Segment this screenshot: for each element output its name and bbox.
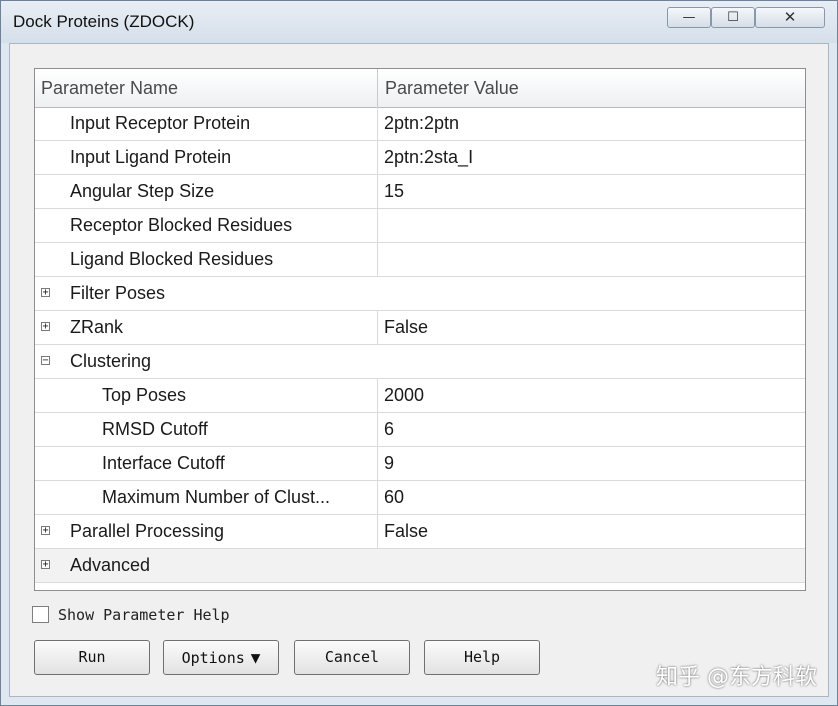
header-parameter-name[interactable]: Parameter Name [41,69,178,107]
expand-plus-icon[interactable]: + [41,526,50,536]
param-group-parallel-processing[interactable]: + Parallel Processing False [35,515,805,549]
param-name: ZRank [70,317,124,337]
expand-plus-icon[interactable]: + [41,560,50,570]
param-name: Advanced [70,555,151,575]
cancel-button[interactable]: Cancel [294,640,410,675]
column-divider [377,481,378,515]
collapse-minus-icon[interactable]: − [41,356,50,366]
column-divider [377,141,378,175]
param-value[interactable]: 2ptn:2sta_I [384,141,473,174]
param-value[interactable]: 9 [384,447,394,480]
expand-plus-icon[interactable]: + [41,322,50,332]
param-group-advanced[interactable]: + Advanced [35,549,805,583]
param-row-input-receptor-protein[interactable]: Input Receptor Protein 2ptn:2ptn [35,107,805,141]
minimize-button[interactable]: — [667,7,711,28]
param-row-rmsd-cutoff[interactable]: RMSD Cutoff 6 [35,413,805,447]
param-name: Top Poses [102,385,187,405]
param-value[interactable]: 6 [384,413,394,446]
param-row-maximum-number-of-clusters[interactable]: Maximum Number of Clust... 60 [35,481,805,515]
options-button[interactable]: Options ▼ [163,640,279,675]
param-name: Maximum Number of Clust... [102,487,331,507]
parameter-grid: Parameter Name Parameter Value Input Rec… [34,68,806,591]
param-value[interactable]: 15 [384,175,404,208]
grid-header: Parameter Name Parameter Value [35,69,805,108]
param-row-angular-step-size[interactable]: Angular Step Size 15 [35,175,805,209]
param-name: RMSD Cutoff [102,419,208,439]
param-name: Clustering [70,351,152,371]
param-row-interface-cutoff[interactable]: Interface Cutoff 9 [35,447,805,481]
header-divider[interactable] [377,69,378,107]
window-title: Dock Proteins (ZDOCK) [13,12,195,31]
title-bar[interactable]: Dock Proteins (ZDOCK) — ☐ ✕ [1,1,837,43]
show-parameter-help-label[interactable]: Show Parameter Help [58,606,230,624]
param-group-clustering[interactable]: − Clustering [35,345,805,379]
header-parameter-value[interactable]: Parameter Value [385,69,519,107]
param-name: Parallel Processing [70,521,225,541]
column-divider [377,175,378,209]
param-group-filter-poses[interactable]: + Filter Poses [35,277,805,311]
param-name: Input Ligand Protein [70,147,232,167]
column-divider [377,413,378,447]
column-divider [377,447,378,481]
column-divider [377,311,378,345]
options-button-label: Options [181,649,245,667]
column-divider [377,209,378,243]
column-divider [377,243,378,277]
watermark-text: 知乎 @东方科软 [656,665,817,690]
close-button[interactable]: ✕ [755,7,825,28]
show-parameter-help-checkbox[interactable] [32,606,49,623]
column-divider [377,515,378,549]
run-button[interactable]: Run [34,640,150,675]
param-value[interactable]: False [384,515,428,548]
dock-proteins-dialog: Dock Proteins (ZDOCK) — ☐ ✕ Parameter Na… [0,0,838,706]
param-row-top-poses[interactable]: Top Poses 2000 [35,379,805,413]
param-row-ligand-blocked-residues[interactable]: Ligand Blocked Residues [35,243,805,277]
param-name: Ligand Blocked Residues [70,249,274,269]
param-value[interactable]: False [384,311,428,344]
param-name: Filter Poses [70,283,166,303]
expand-plus-icon[interactable]: + [41,288,50,298]
column-divider [377,107,378,141]
param-name: Receptor Blocked Residues [70,215,293,235]
column-divider [377,379,378,413]
param-value[interactable]: 2000 [384,379,424,412]
param-group-zrank[interactable]: + ZRank False [35,311,805,345]
param-value[interactable]: 60 [384,481,404,514]
param-name: Input Receptor Protein [70,113,251,133]
param-row-input-ligand-protein[interactable]: Input Ligand Protein 2ptn:2sta_I [35,141,805,175]
maximize-button[interactable]: ☐ [711,7,755,28]
param-name: Angular Step Size [70,181,215,201]
param-value[interactable]: 2ptn:2ptn [384,107,459,140]
param-name: Interface Cutoff [102,453,225,473]
param-row-receptor-blocked-residues[interactable]: Receptor Blocked Residues [35,209,805,243]
help-button[interactable]: Help [424,640,540,675]
dialog-client-area: Parameter Name Parameter Value Input Rec… [9,43,829,697]
dropdown-caret-icon: ▼ [250,648,261,667]
